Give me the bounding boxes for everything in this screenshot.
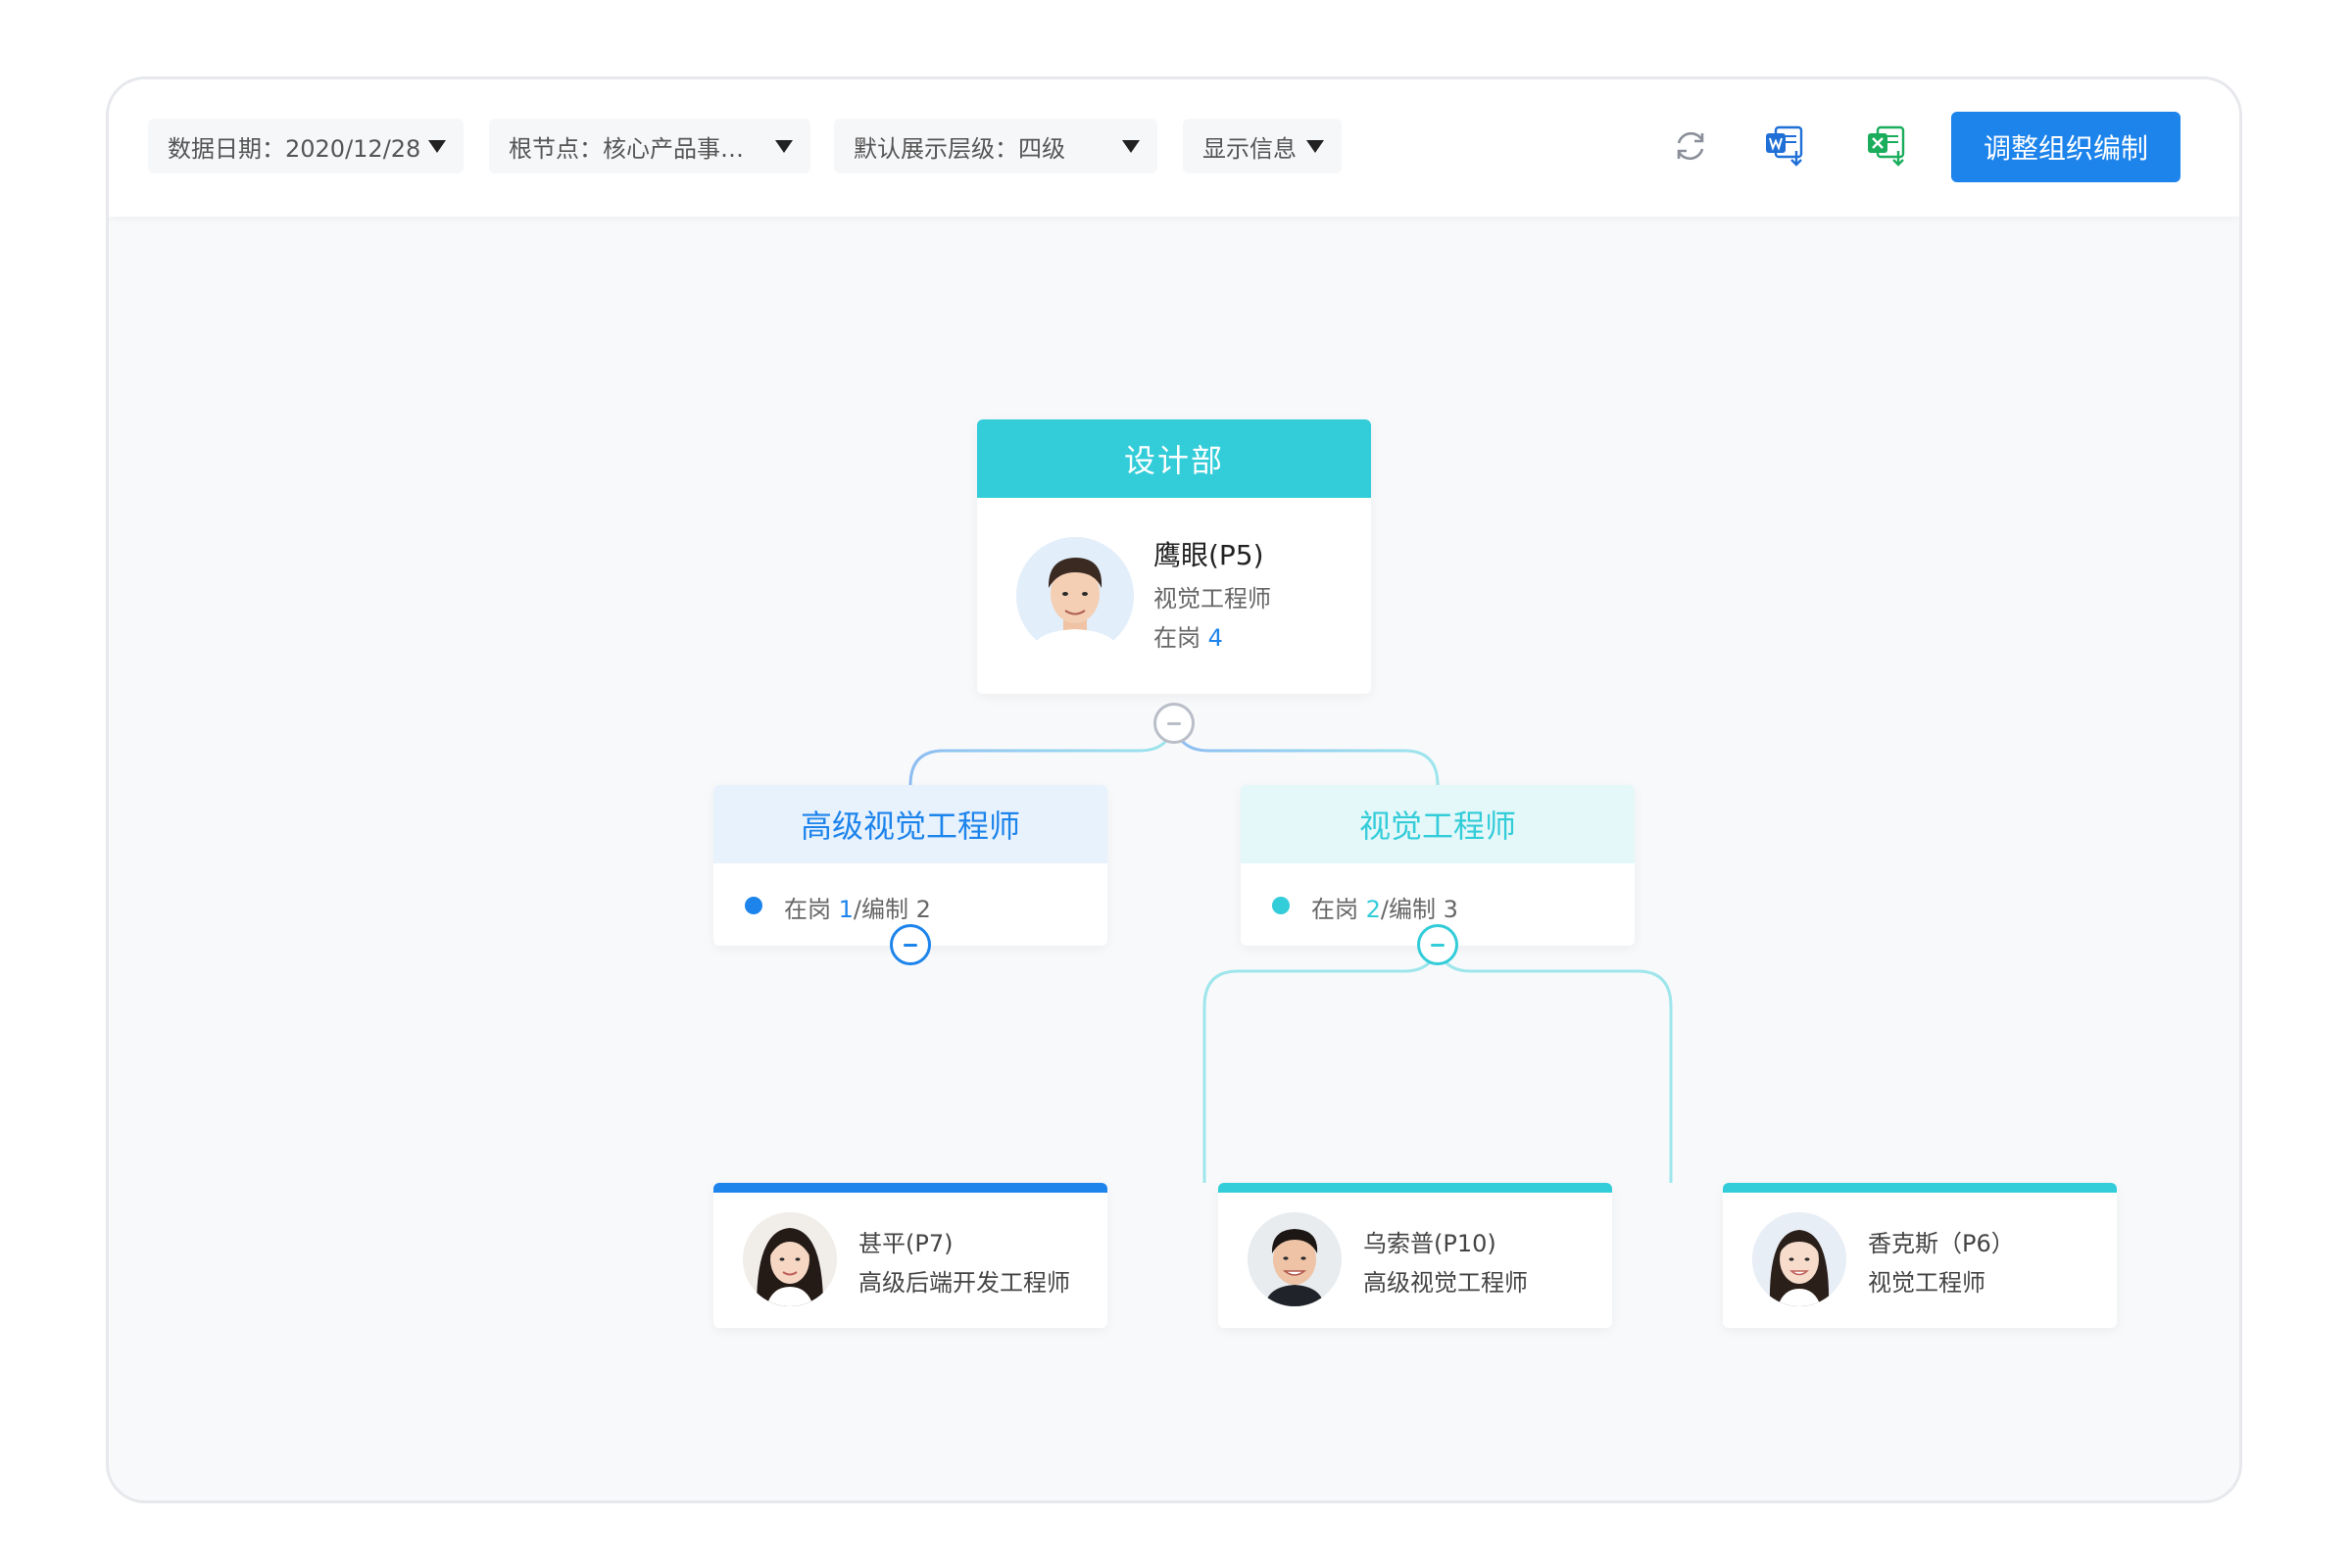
export-word-icon[interactable] [1763,122,1810,170]
card-accent-bar [1723,1183,2117,1193]
position-title: 视觉工程师 [1241,785,1635,863]
stat-label: 在岗 [784,896,831,923]
refresh-icon[interactable] [1667,122,1714,170]
person-name: 乌索普(P10) [1363,1230,1496,1257]
root-node-filter[interactable]: 根节点：核心产品事… [489,119,810,173]
stat-current: 2 [1365,896,1381,923]
avatar [743,1212,837,1306]
headcount-stat: 在岗 4 [1153,618,1223,653]
avatar [1248,1212,1342,1306]
position-stat-text: 在岗 1/编制 2 [784,890,931,924]
chevron-down-icon [428,140,446,153]
avatar [1752,1212,1846,1306]
department-card[interactable]: 设计部 鹰眼(P5) 视觉工程师 在岗 4 [977,419,1371,694]
person-title: 高级视觉工程师 [1363,1269,1528,1297]
display-info-filter-label: 显示信息 [1202,134,1297,163]
stat-quota: /编制 2 [853,896,931,923]
display-level-filter[interactable]: 默认展示层级：四级 [834,119,1157,173]
leader-title: 视觉工程师 [1153,585,1271,612]
position-title: 高级视觉工程师 [713,785,1107,863]
collapse-toggle-root[interactable] [1153,703,1195,744]
root-node-filter-label: 根节点：核心产品事… [509,134,744,163]
department-name: 设计部 [977,419,1371,498]
toolbar: 数据日期：2020/12/28 根节点：核心产品事… 默认展示层级：四级 显示信… [109,79,2239,217]
adjust-org-quota-button[interactable]: 调整组织编制 [1951,112,2180,182]
position-stat-text: 在岗 2/编制 3 [1311,890,1458,924]
person-name: 甚平(P7) [858,1230,954,1257]
stat-quota: /编制 3 [1380,896,1458,923]
leader-name: 鹰眼(P5) [1153,539,1264,571]
card-accent-bar [1218,1183,1612,1193]
headcount-value: 4 [1207,624,1223,652]
headcount-label: 在岗 [1153,624,1200,652]
org-chart-window: 数据日期：2020/12/28 根节点：核心产品事… 默认展示层级：四级 显示信… [106,76,2242,1503]
stat-label: 在岗 [1311,896,1358,923]
display-level-filter-label: 默认展示层级：四级 [854,134,1065,163]
status-dot [1272,897,1290,914]
export-excel-icon[interactable] [1865,122,1912,170]
avatar [1016,537,1134,655]
status-dot [745,897,762,914]
display-info-filter[interactable]: 显示信息 [1183,119,1342,173]
chevron-down-icon [1306,140,1324,153]
position-card-senior-visual[interactable]: 高级视觉工程师 在岗 1/编制 2 [713,785,1107,946]
collapse-toggle-senior-visual[interactable] [890,924,931,965]
person-title: 高级后端开发工程师 [858,1269,1070,1297]
person-card-shanks[interactable]: 香克斯（P6） 视觉工程师 [1723,1183,2117,1328]
position-card-visual[interactable]: 视觉工程师 在岗 2/编制 3 [1241,785,1635,946]
data-date-filter[interactable]: 数据日期：2020/12/28 [148,119,464,173]
card-accent-bar [713,1183,1107,1193]
chevron-down-icon [775,140,793,153]
collapse-toggle-visual[interactable] [1417,924,1458,965]
data-date-filter-label: 数据日期：2020/12/28 [168,134,421,163]
person-title: 视觉工程师 [1868,1269,1985,1297]
person-card-jinbe[interactable]: 甚平(P7) 高级后端开发工程师 [713,1183,1107,1328]
person-card-usopp[interactable]: 乌索普(P10) 高级视觉工程师 [1218,1183,1612,1328]
org-chart-canvas: 设计部 鹰眼(P5) 视觉工程师 在岗 4 高级视觉工程师 在岗 1/编制 2 … [109,217,2239,1500]
stat-current: 1 [838,896,854,923]
person-name: 香克斯（P6） [1868,1230,2015,1257]
chevron-down-icon [1122,140,1140,153]
